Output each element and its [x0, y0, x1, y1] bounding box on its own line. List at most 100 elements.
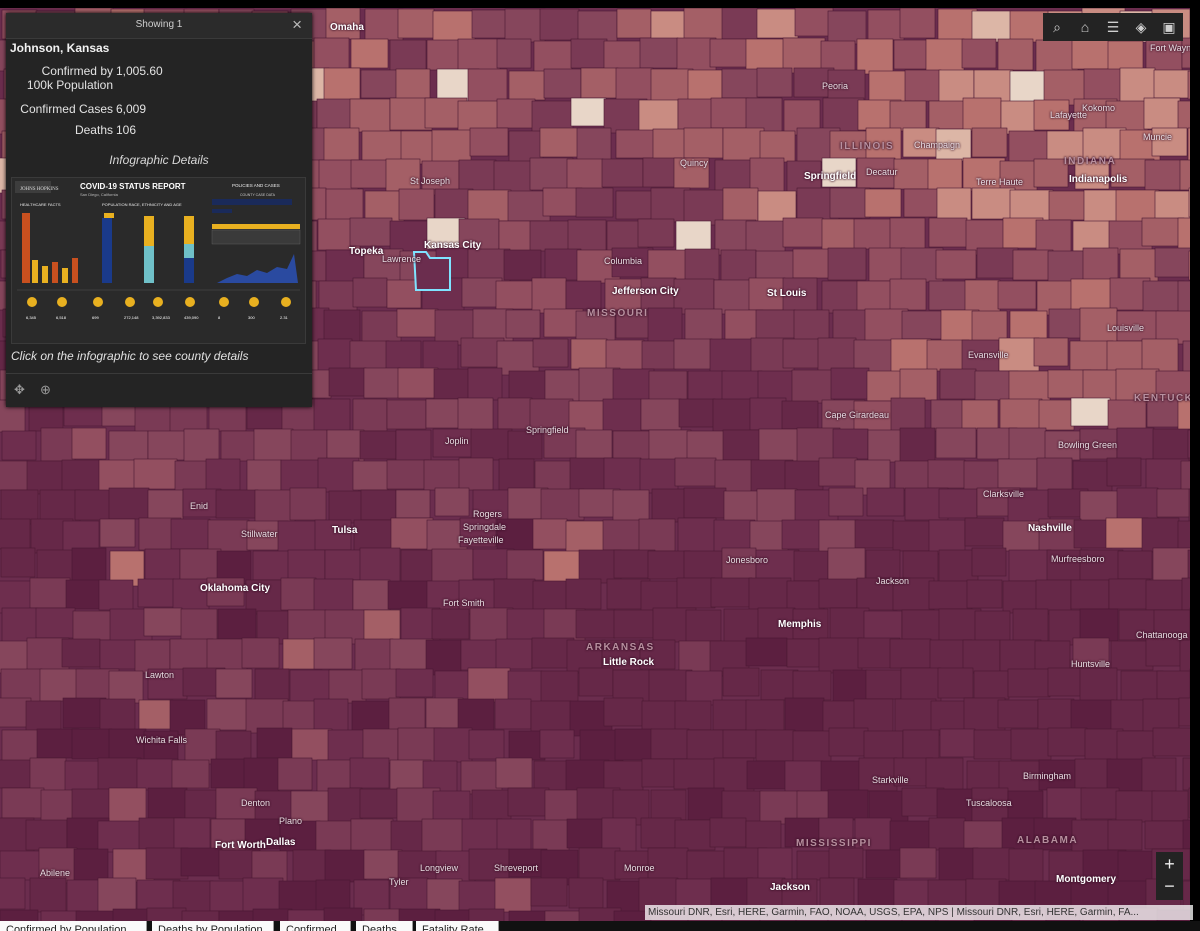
- place-label: Plano: [279, 816, 303, 826]
- tab-fatality-rate[interactable]: Fatality Rate: [416, 921, 499, 931]
- place-label: Louisville: [1107, 323, 1145, 333]
- place-label: Longview: [420, 863, 459, 873]
- place-label: Oklahoma City: [200, 583, 271, 594]
- place-label: Stillwater: [241, 529, 278, 539]
- place-label: Memphis: [778, 619, 822, 630]
- infographic-stat: 300: [248, 315, 255, 320]
- place-label: Birmingham: [1023, 771, 1072, 781]
- place-label: Abilene: [40, 868, 71, 878]
- place-label: Chattanooga: [1136, 630, 1188, 640]
- close-icon[interactable]: ×: [292, 16, 302, 33]
- place-label: Fayetteville: [458, 535, 504, 545]
- place-label: Enid: [190, 501, 209, 511]
- map-attribution[interactable]: Missouri DNR, Esri, HERE, Garmin, FAO, N…: [645, 905, 1193, 920]
- place-label: Columbia: [604, 256, 643, 266]
- tab-confirmed[interactable]: Confirmed: [280, 921, 351, 931]
- place-label: Quincy: [680, 158, 709, 168]
- place-label: Indianapolis: [1069, 174, 1128, 185]
- infographic-stat: 6,345: [26, 315, 37, 320]
- zoom-to-icon[interactable]: ⊕: [40, 382, 51, 398]
- tab-deaths[interactable]: Deaths: [356, 921, 413, 931]
- feature-popup: Showing 1 × Johnson, Kansas Confirmed by…: [6, 13, 312, 407]
- place-label: Topeka: [349, 246, 384, 257]
- place-label: KENTUCKY: [1134, 393, 1190, 404]
- place-label: Lafayette: [1050, 110, 1088, 120]
- infographic-stat: 439,090: [184, 315, 199, 320]
- popup-count: Showing 1: [135, 19, 183, 30]
- place-label: Jefferson City: [612, 286, 679, 297]
- infographic-healthcare-title: HEALTHCARE FACTS: [20, 202, 61, 207]
- place-label: St Louis: [767, 288, 807, 299]
- place-label: Omaha: [330, 22, 364, 33]
- place-label: Montgomery: [1056, 874, 1116, 885]
- place-label: INDIANA: [1064, 156, 1117, 167]
- search-icon[interactable]: ⌕: [1044, 19, 1070, 36]
- place-label: Fort Wayne: [1150, 43, 1190, 53]
- infographic-report-title: COVID-19 STATUS REPORT: [80, 182, 186, 191]
- layers-icon[interactable]: ◈: [1128, 19, 1154, 36]
- infographic-stat: 6,518: [56, 315, 67, 320]
- place-label: Denton: [241, 798, 271, 808]
- place-label: ALABAMA: [1017, 835, 1079, 846]
- place-label: Murfreesboro: [1051, 554, 1105, 564]
- place-label: Bowling Green: [1058, 440, 1118, 450]
- tab-bar: Confirmed by Population Deaths by Popula…: [0, 921, 1200, 931]
- place-label: Jackson: [876, 576, 910, 586]
- place-label: Wichita Falls: [136, 735, 188, 745]
- place-label: Jackson: [770, 882, 811, 893]
- place-label: Clarksville: [983, 489, 1025, 499]
- place-label: Peoria: [822, 81, 849, 91]
- place-label: Tulsa: [332, 525, 358, 536]
- place-label: Terre Haute: [976, 177, 1024, 187]
- place-label: Springdale: [463, 522, 507, 532]
- place-label: ARKANSAS: [586, 642, 655, 653]
- infographic-subtitle: San Diego, California: [80, 192, 119, 197]
- place-label: Springfield: [526, 425, 569, 435]
- popup-footer: ✥ ⊕: [6, 373, 312, 407]
- place-label: Starkville: [872, 775, 909, 785]
- place-label: Fort Worth: [215, 840, 266, 851]
- place-label: MISSOURI: [587, 308, 649, 319]
- infographic-title: Infographic Details: [109, 153, 209, 167]
- place-label: Rogers: [473, 509, 503, 519]
- place-label: MISSISSIPPI: [796, 838, 872, 849]
- place-label: Fort Smith: [443, 598, 485, 608]
- tab-deaths-by-population[interactable]: Deaths by Population: [152, 921, 274, 931]
- infographic-stat: 699: [92, 315, 99, 320]
- place-label: Shreveport: [494, 863, 539, 873]
- place-label: Lawrence: [382, 254, 422, 264]
- place-label: Dallas: [266, 837, 296, 848]
- infographic-population-title: POPULATION RACE, ETHNICITY AND AGE: [102, 202, 182, 207]
- popup-title: Johnson, Kansas: [10, 41, 110, 55]
- place-label: Monroe: [624, 863, 655, 873]
- infographic-stat: 272,148: [124, 315, 139, 320]
- place-label: Lawton: [145, 670, 175, 680]
- place-label: Champaign: [914, 140, 961, 150]
- place-label: Tuscaloosa: [966, 798, 1012, 808]
- map-toolbar: ⌕ ⌂ ☰ ◈ ▣: [1043, 13, 1183, 41]
- infographic-case-data-title: COUNTY CASE DATA: [240, 193, 276, 197]
- infographic-image[interactable]: JOHNS HOPKINS COVID-19 STATUS REPORT San…: [11, 177, 306, 344]
- tab-confirmed-by-population[interactable]: Confirmed by Population: [0, 921, 147, 931]
- qr-code-icon[interactable]: ▣: [1156, 19, 1182, 36]
- place-label: Nashville: [1028, 523, 1072, 534]
- infographic-stat: 2.31: [280, 315, 289, 320]
- place-label: Decatur: [866, 167, 898, 177]
- attr-confirmed-per-100k: Confirmed by 100k Population 1,005.60: [26, 64, 163, 92]
- home-icon[interactable]: ⌂: [1072, 19, 1098, 35]
- place-label: Little Rock: [603, 657, 655, 668]
- place-label: Joplin: [445, 436, 469, 446]
- place-label: Evansville: [968, 350, 1009, 360]
- place-label: Springfield: [804, 171, 857, 182]
- infographic-logo: JOHNS HOPKINS: [20, 187, 59, 192]
- pan-icon[interactable]: ✥: [14, 382, 25, 398]
- place-label: Muncie: [1143, 132, 1173, 142]
- place-label: Kansas City: [424, 240, 482, 251]
- place-label: Jonesboro: [726, 555, 769, 565]
- infographic-hint: Click on the infographic to see county d…: [11, 349, 249, 363]
- zoom-out-button[interactable]: −: [1156, 874, 1183, 900]
- place-label: Cape Girardeau: [825, 410, 890, 420]
- place-label: Tyler: [389, 877, 409, 887]
- place-label: St Joseph: [410, 176, 451, 186]
- legend-icon[interactable]: ☰: [1100, 19, 1126, 36]
